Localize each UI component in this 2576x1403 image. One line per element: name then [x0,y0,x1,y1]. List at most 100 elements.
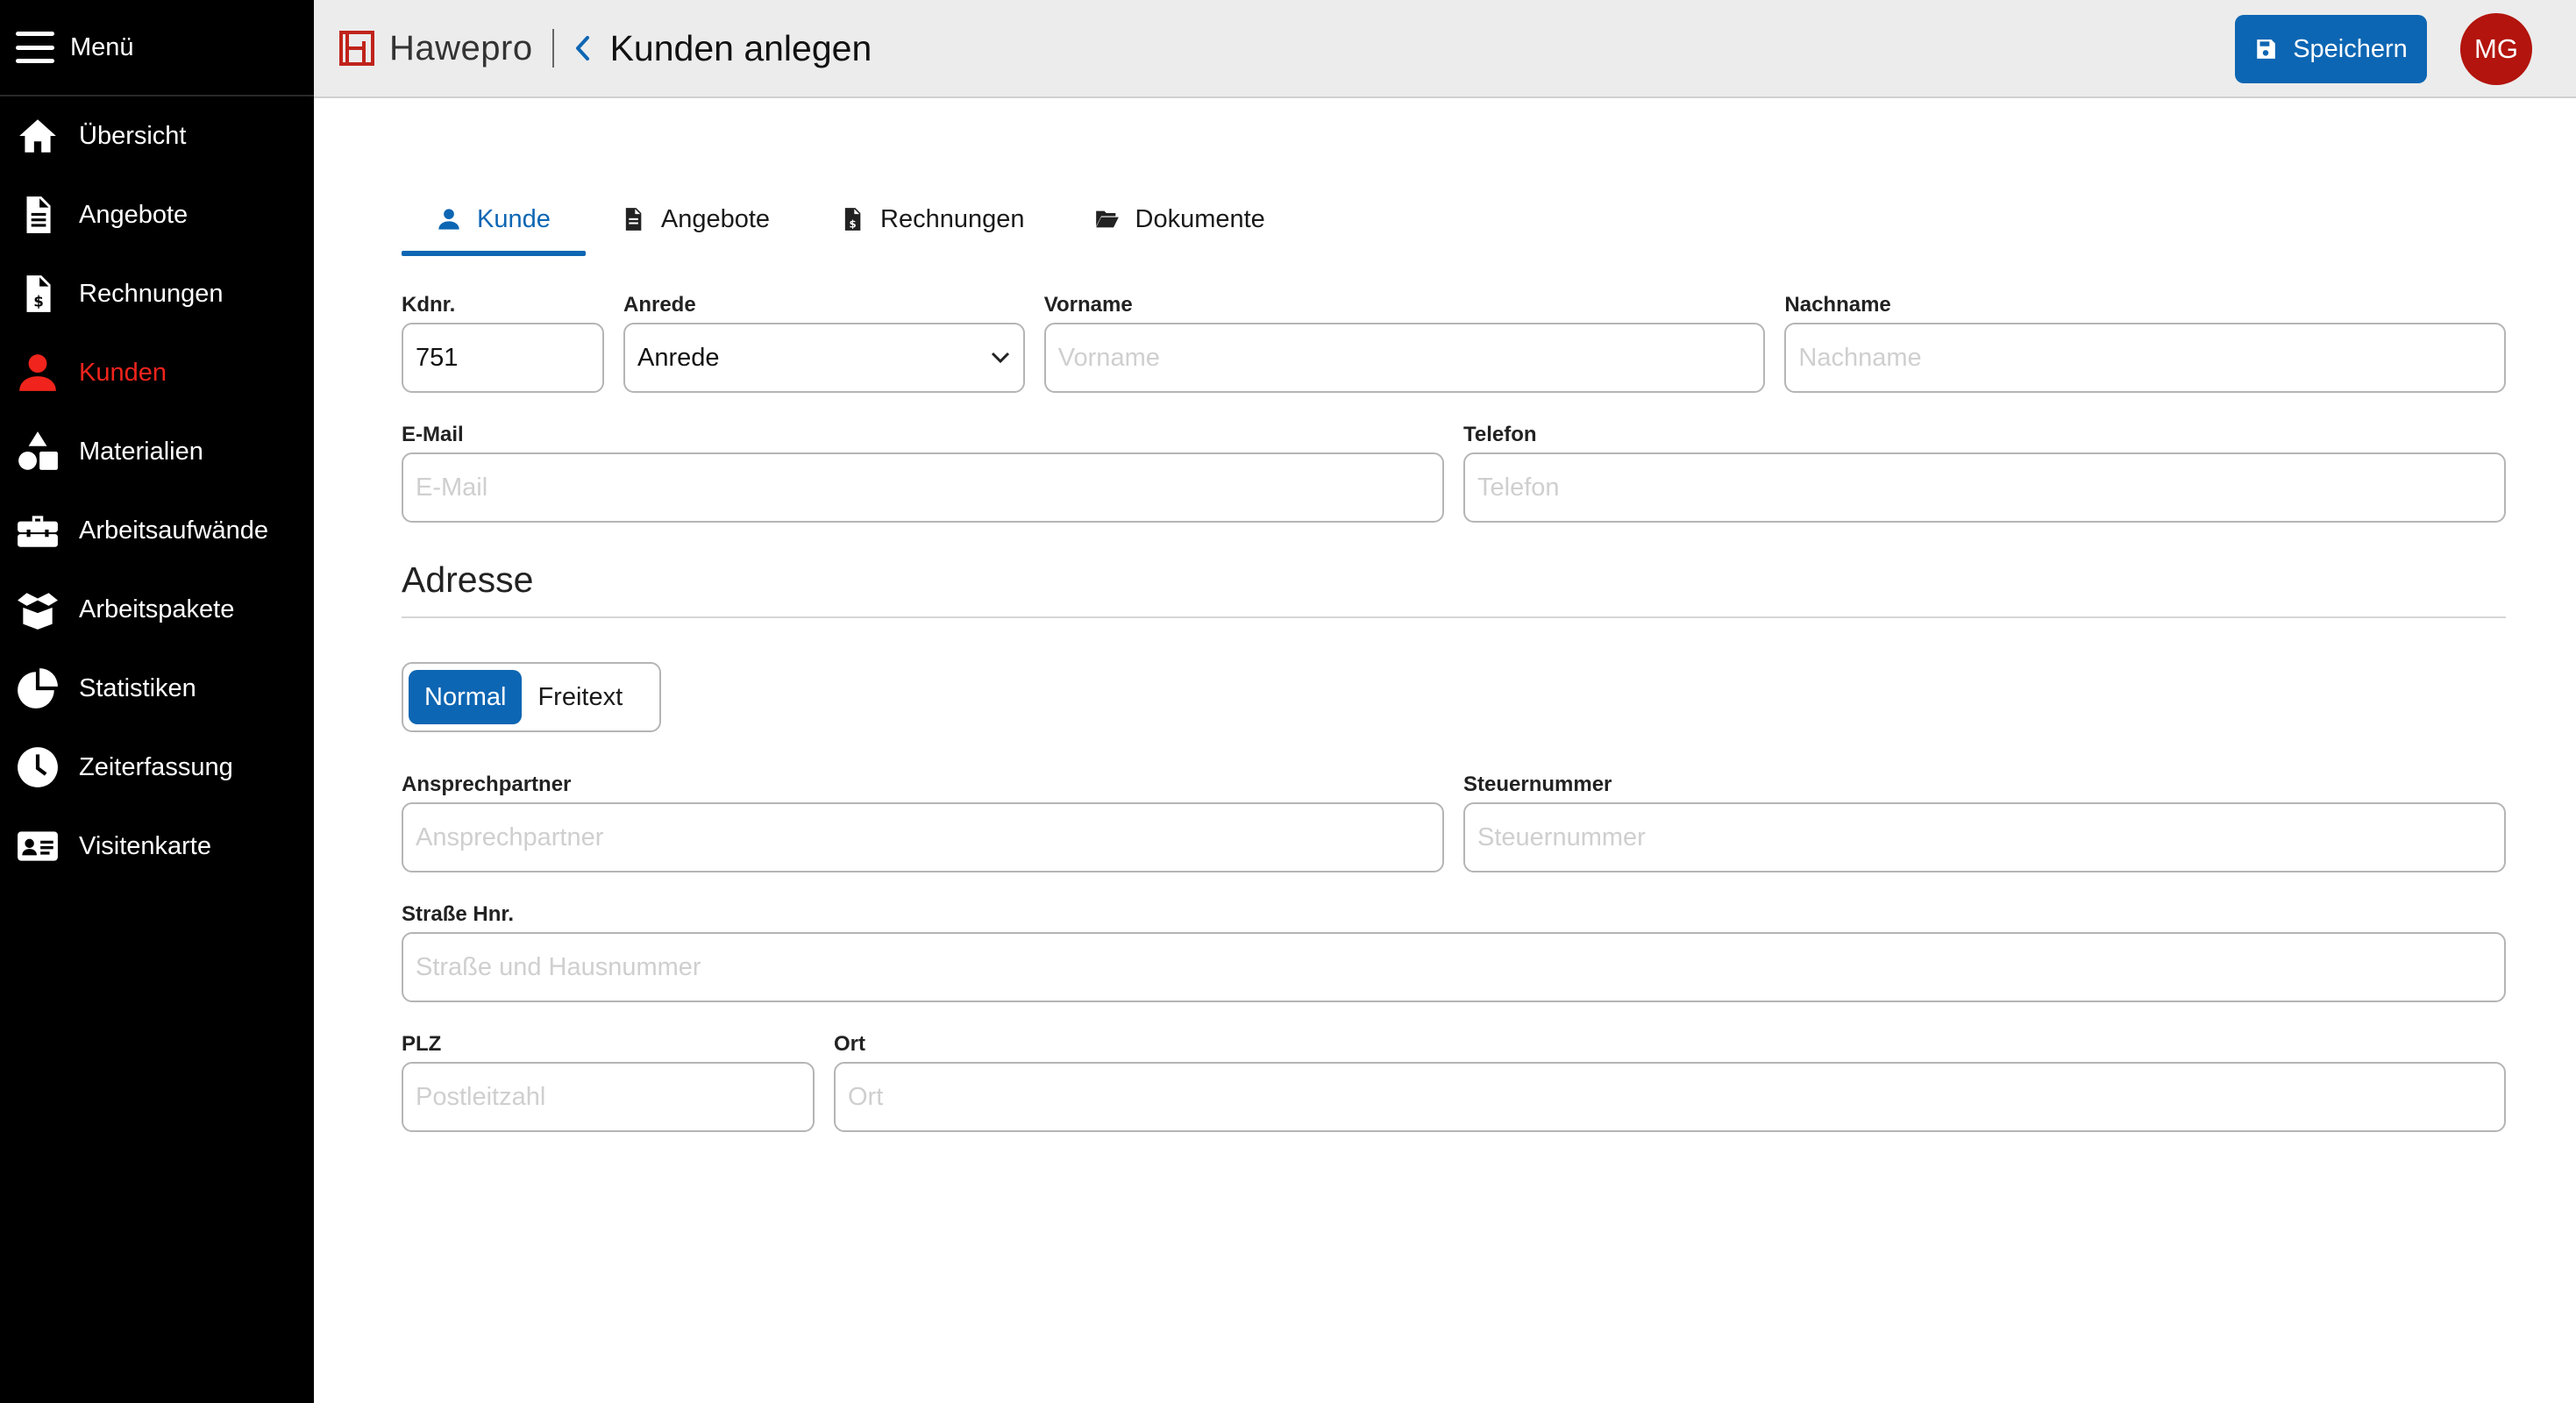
sidebar-item-label: Arbeitspakete [79,595,235,623]
ansprechpartner-field-group: Ansprechpartner [402,767,1444,872]
id-card-icon [14,823,61,870]
kdnr-label: Kdnr. [402,293,456,317]
address-mode-toggle: Normal Freitext [402,662,661,732]
sidebar-item-label: Materialien [79,437,203,466]
telefon-field-group: Telefon [1463,417,2506,523]
tab-angebote[interactable]: Angebote [586,184,805,254]
kdnr-field-group: Kdnr. [402,288,604,393]
folder-open-icon [1095,210,1119,228]
clock-icon [14,744,61,791]
ansprechpartner-label: Ansprechpartner [402,773,572,796]
vorname-input[interactable] [1043,323,1766,393]
sidebar-item-kunden[interactable]: Kunden [0,333,314,412]
toggle-option-freitext[interactable]: Freitext [522,670,638,724]
vorname-label: Vorname [1043,293,1133,317]
sidebar: Menü Übersicht Angebote $ Rechnungen Kun… [0,0,314,1403]
tab-bar: Kunde Angebote $ Rechnungen Dokumente [402,184,2506,256]
toggle-option-normal[interactable]: Normal [409,670,523,724]
sidebar-item-visitenkarte[interactable]: Visitenkarte [0,807,314,886]
document-icon [14,191,61,239]
pie-chart-icon [14,665,61,712]
form-row-2: E-Mail Telefon [402,417,2506,523]
user-icon [14,349,61,396]
shapes-icon [14,428,61,475]
anrede-selected-value: Anrede [637,343,720,372]
header-separator [551,29,554,68]
ansprechpartner-input[interactable] [402,802,1444,872]
sidebar-item-statistiken[interactable]: Statistiken [0,649,314,728]
sidebar-item-label: Kunden [79,358,167,387]
address-section-title: Adresse [402,559,2506,618]
anrede-label: Anrede [623,293,696,317]
app-logo: Hawepro [338,29,533,68]
strasse-input[interactable] [402,932,2506,1002]
top-header: Hawepro Kunden anlegen Speichern MG [314,0,2576,98]
tab-label: Kunde [477,204,551,233]
menu-toggle[interactable]: Menü [0,0,314,96]
document-icon [625,208,642,231]
nachname-input[interactable] [1784,323,2506,393]
save-icon [2257,39,2276,59]
tab-label: Angebote [660,204,771,233]
plz-field-group: PLZ [402,1027,815,1132]
anrede-field-group: Anrede Anrede [623,288,1025,393]
sidebar-item-uebersicht[interactable]: Übersicht [0,96,314,175]
steuernummer-field-group: Steuernummer [1463,767,2506,872]
ort-field-group: Ort [834,1027,2506,1132]
back-chevron-icon[interactable] [572,33,594,63]
sidebar-item-label: Visitenkarte [79,831,211,860]
main-content: Kunde Angebote $ Rechnungen Dokumente Kd… [402,98,2506,1132]
steuernummer-label: Steuernummer [1463,773,1612,796]
telefon-input[interactable] [1463,452,2506,523]
save-button-label: Speichern [2293,34,2408,63]
sidebar-item-rechnungen[interactable]: $ Rechnungen [0,254,314,333]
chevron-down-icon [991,352,1009,364]
plz-input[interactable] [402,1062,815,1132]
email-input[interactable] [402,452,1444,523]
invoice-icon: $ [14,270,61,317]
email-field-group: E-Mail [402,417,1444,523]
form-row-1: Kdnr. Anrede Anrede Vorname Nachname [402,288,2506,393]
page-title: Kunden anlegen [609,27,872,68]
sidebar-item-zeiterfassung[interactable]: Zeiterfassung [0,728,314,807]
form-row-5: PLZ Ort [402,1027,2506,1132]
sidebar-item-angebote[interactable]: Angebote [0,175,314,254]
sidebar-nav: Übersicht Angebote $ Rechnungen Kunden M… [0,96,314,886]
kdnr-input[interactable] [402,323,604,393]
svg-text:$: $ [850,217,857,230]
strasse-field-group: Straße Hnr. [402,897,2506,1002]
sidebar-item-arbeitspakete[interactable]: Arbeitspakete [0,570,314,649]
sidebar-item-arbeitsaufwaende[interactable]: Arbeitsaufwände [0,491,314,570]
plz-label: PLZ [402,1032,442,1056]
avatar[interactable]: MG [2460,13,2532,85]
telefon-label: Telefon [1463,423,1537,446]
box-open-icon [14,586,61,633]
tab-rechnungen[interactable]: $ Rechnungen [805,184,1059,254]
logo-text: Hawepro [389,28,533,68]
svg-text:$: $ [33,294,44,310]
ort-input[interactable] [834,1062,2506,1132]
toolbox-icon [14,507,61,554]
tab-dokumente[interactable]: Dokumente [1060,184,1300,254]
tab-label: Dokumente [1135,204,1265,233]
menu-label: Menü [70,32,134,61]
invoice-icon: $ [844,208,861,231]
save-button[interactable]: Speichern [2235,15,2427,83]
nachname-field-group: Nachname [1784,288,2506,393]
hawepro-logo-icon [339,31,374,66]
nachname-label: Nachname [1784,293,1891,317]
tab-kunde[interactable]: Kunde [402,184,586,256]
tab-label: Rechnungen [880,204,1025,233]
vorname-field-group: Vorname [1043,288,1766,393]
user-icon [438,209,459,230]
strasse-label: Straße Hnr. [402,902,515,926]
ort-label: Ort [834,1032,865,1056]
sidebar-item-label: Zeiterfassung [79,752,233,781]
home-icon [14,112,61,160]
sidebar-item-materialien[interactable]: Materialien [0,412,314,491]
sidebar-item-label: Rechnungen [79,279,224,308]
sidebar-item-label: Angebote [79,200,189,229]
avatar-initials: MG [2474,33,2518,64]
anrede-select[interactable]: Anrede [623,323,1025,393]
steuernummer-input[interactable] [1463,802,2506,872]
